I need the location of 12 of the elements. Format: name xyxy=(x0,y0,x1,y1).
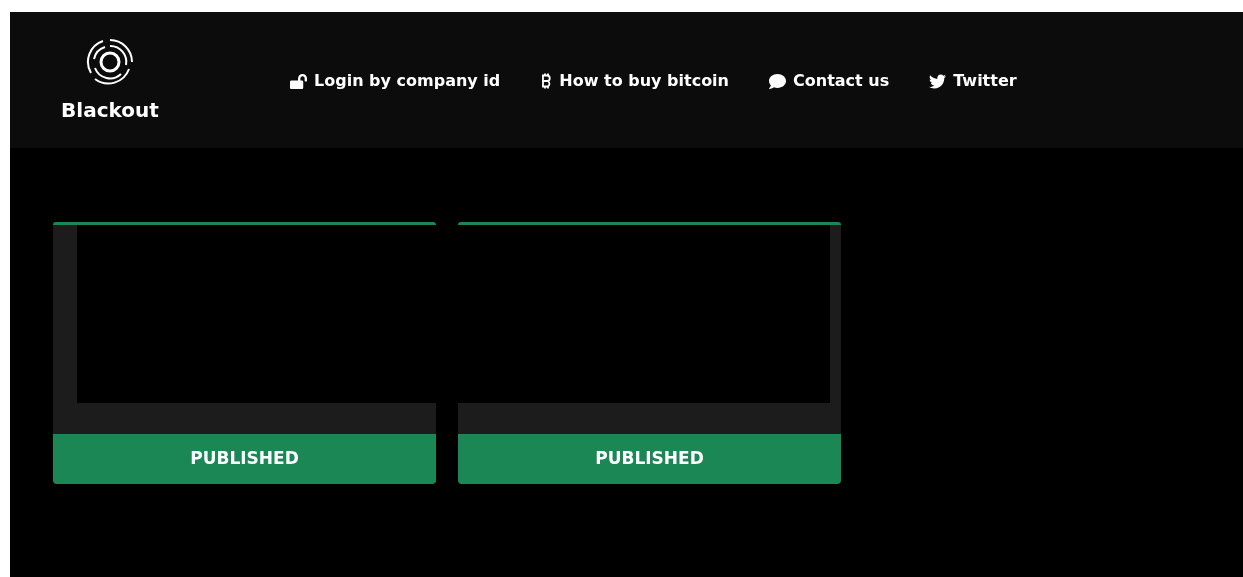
bird-icon xyxy=(929,72,947,90)
unlocked-padlock-icon xyxy=(290,72,307,90)
nav-link[interactable]: Contact us xyxy=(769,69,890,93)
nav-link[interactable]: How to buy bitcoin xyxy=(540,69,729,93)
status-button[interactable]: PUBLISHED xyxy=(53,434,436,484)
nav-link[interactable]: Login by company id xyxy=(290,69,501,93)
bitcoin-icon xyxy=(540,73,553,89)
logo-icon xyxy=(85,37,135,87)
status-button[interactable]: PUBLISHED xyxy=(458,434,841,484)
nav-link[interactable]: Twitter xyxy=(929,69,1017,93)
speech-bubble-icon xyxy=(769,72,786,90)
brand-name: Blackout xyxy=(61,97,159,124)
